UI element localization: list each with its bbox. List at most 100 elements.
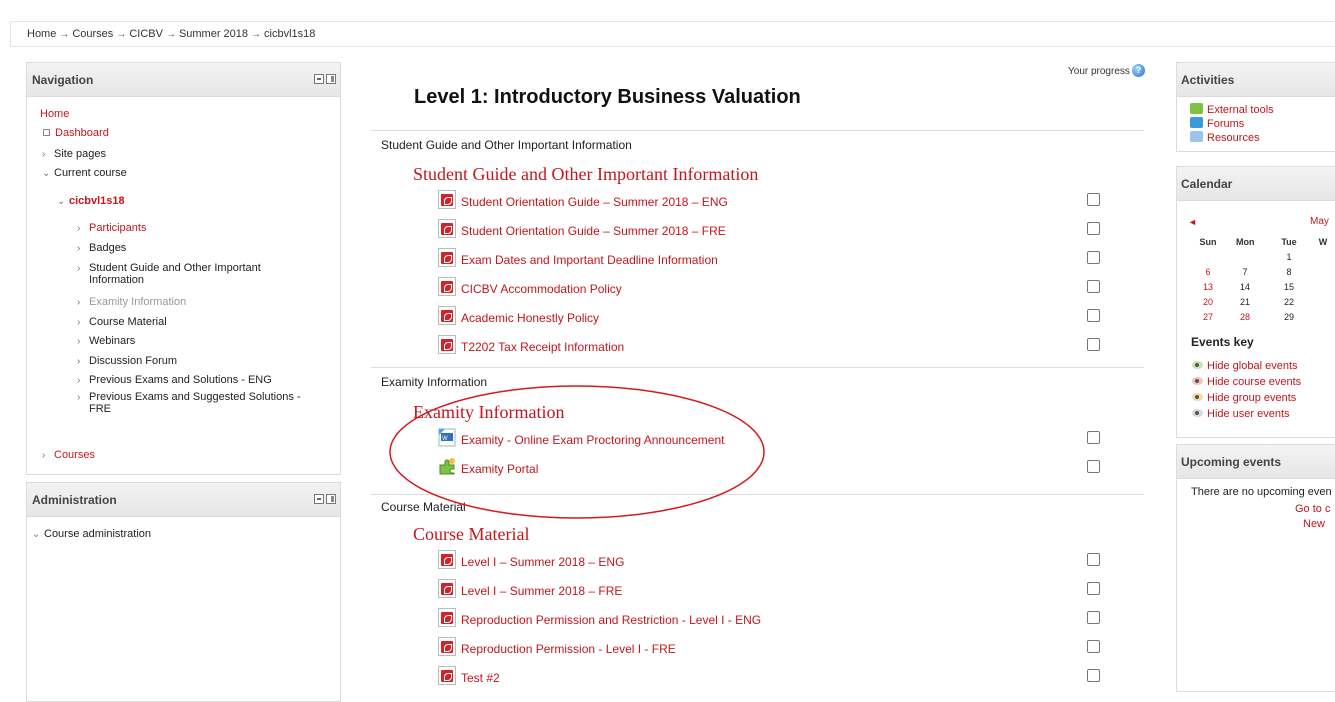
completion-checkbox[interactable] [1087, 222, 1100, 235]
nav-course-code[interactable]: ⌄ cicbvl1s18 [57, 195, 125, 208]
nav-course-item[interactable]: › Participants [77, 222, 146, 235]
nav-current-course[interactable]: ⌄ Current course [42, 167, 127, 180]
calendar-day[interactable]: 21 [1236, 297, 1254, 307]
nav-dashboard[interactable]: Dashboard [43, 127, 109, 139]
activity-link[interactable]: Exam Dates and Important Deadline Inform… [461, 253, 718, 267]
calendar-day[interactable]: 13 [1199, 282, 1217, 292]
activity-type-link[interactable]: Forums [1190, 117, 1244, 130]
activity-type-link[interactable]: Resources [1190, 131, 1260, 144]
calendar-day[interactable]: 8 [1280, 267, 1298, 277]
chevron-right-icon: › [77, 392, 81, 403]
collapse-icon[interactable] [314, 494, 324, 504]
calendar-day-header: W [1318, 237, 1328, 247]
completion-checkbox[interactable] [1087, 611, 1100, 624]
nav-course-administration[interactable]: ⌄ Course administration [32, 528, 151, 541]
activity-link[interactable]: Level I – Summer 2018 – FRE [461, 584, 622, 598]
breadcrumb-item[interactable]: Courses [72, 28, 113, 40]
activity-link[interactable]: T2202 Tax Receipt Information [461, 340, 624, 354]
nav-courses[interactable]: › Courses [42, 449, 95, 462]
activity-type-label: External tools [1207, 104, 1274, 116]
section-divider [371, 494, 1144, 495]
nav-course-item-cont[interactable]: Information [89, 274, 144, 286]
completion-checkbox[interactable] [1087, 309, 1100, 322]
breadcrumb-separator: → [59, 29, 70, 40]
completion-checkbox[interactable] [1087, 280, 1100, 293]
nav-course-item[interactable]: › Course Material [77, 316, 167, 329]
completion-checkbox[interactable] [1087, 251, 1100, 264]
document-icon: W [438, 428, 456, 447]
activity-link[interactable]: Examity - Online Exam Proctoring Announc… [461, 433, 724, 447]
calendar-day[interactable]: 22 [1280, 297, 1298, 307]
calendar-day[interactable]: 14 [1236, 282, 1254, 292]
completion-checkbox[interactable] [1087, 553, 1100, 566]
calendar-day[interactable]: 1 [1280, 252, 1298, 262]
help-icon[interactable]: ? [1132, 64, 1145, 77]
nav-course-item[interactable]: › Examity Information [77, 296, 186, 309]
event-filter-link[interactable]: Hide user events [1192, 408, 1290, 420]
activity-link[interactable]: Level I – Summer 2018 – ENG [461, 555, 624, 569]
activity-link[interactable]: Examity Portal [461, 462, 538, 476]
activity-link[interactable]: Test #2 [461, 671, 500, 685]
goto-calendar-link[interactable]: Go to c [1295, 503, 1330, 515]
chevron-down-icon: ⌄ [57, 196, 66, 207]
activity-link[interactable]: Reproduction Permission - Level I - FRE [461, 642, 676, 656]
nav-course-item[interactable]: › Webinars [77, 335, 135, 348]
chevron-right-icon: › [42, 450, 46, 461]
nav-course-item[interactable]: › Badges [77, 242, 126, 255]
completion-checkbox[interactable] [1087, 431, 1100, 444]
nav-course-item-cont-label: FRE [89, 403, 111, 415]
calendar-day[interactable]: 27 [1199, 312, 1217, 322]
breadcrumb-separator: → [165, 29, 176, 40]
breadcrumb-item[interactable]: Home [27, 28, 56, 40]
activity-link[interactable]: Student Orientation Guide – Summer 2018 … [461, 195, 728, 209]
activity-type-link[interactable]: External tools [1190, 103, 1274, 116]
activity-type-icon [1190, 131, 1203, 142]
upcoming-events-title: Upcoming events [1177, 445, 1335, 479]
prev-month-icon[interactable]: ◄ [1188, 217, 1197, 227]
activity-link[interactable]: CICBV Accommodation Policy [461, 282, 622, 296]
collapse-icon[interactable] [314, 74, 324, 84]
new-event-link[interactable]: New [1303, 518, 1325, 530]
activity-type-icon [1190, 117, 1203, 128]
completion-checkbox[interactable] [1087, 640, 1100, 653]
chevron-right-icon: › [77, 356, 81, 367]
breadcrumb-item[interactable]: cicbvl1s18 [264, 28, 315, 40]
eye-icon [1192, 393, 1203, 401]
breadcrumb-item[interactable]: Summer 2018 [179, 28, 248, 40]
event-filter-link[interactable]: Hide course events [1192, 376, 1301, 388]
calendar-month-link[interactable]: May [1310, 216, 1329, 227]
activity-link[interactable]: Student Orientation Guide – Summer 2018 … [461, 224, 726, 238]
completion-checkbox[interactable] [1087, 338, 1100, 351]
calendar-day[interactable]: 7 [1236, 267, 1254, 277]
block-controls [312, 494, 336, 506]
nav-site-pages[interactable]: › Site pages [42, 148, 106, 161]
calendar-day[interactable]: 28 [1236, 312, 1254, 322]
calendar-day[interactable]: 29 [1280, 312, 1298, 322]
pdf-icon [438, 335, 456, 354]
dock-icon[interactable] [326, 74, 336, 84]
administration-block: Administration ⌄ Course administration [26, 482, 341, 702]
nav-course-item[interactable]: › Discussion Forum [77, 355, 177, 368]
chevron-right-icon: › [77, 297, 81, 308]
calendar-day[interactable]: 20 [1199, 297, 1217, 307]
calendar-day[interactable]: 6 [1199, 267, 1217, 277]
nav-home[interactable]: Home [40, 108, 69, 120]
completion-checkbox[interactable] [1087, 460, 1100, 473]
pdf-icon [438, 190, 456, 209]
calendar-day[interactable]: 15 [1280, 282, 1298, 292]
activity-link[interactable]: Reproduction Permission and Restriction … [461, 613, 761, 627]
completion-checkbox[interactable] [1087, 193, 1100, 206]
nav-course-item[interactable]: › Previous Exams and Solutions - ENG [77, 374, 272, 387]
event-filter-link[interactable]: Hide group events [1192, 392, 1296, 404]
calendar-day-header: Mon [1236, 237, 1255, 247]
dock-icon[interactable] [326, 494, 336, 504]
nav-course-item-label: Previous Exams and Suggested Solutions - [89, 391, 301, 403]
activity-link[interactable]: Academic Honestly Policy [461, 311, 599, 325]
completion-checkbox[interactable] [1087, 669, 1100, 682]
completion-checkbox[interactable] [1087, 582, 1100, 595]
nav-course-item-cont[interactable]: FRE [89, 403, 111, 415]
nav-course-item-label: Participants [89, 222, 147, 234]
left-column: Navigation Home Dashboard › Site pages ⌄ Curr… [26, 62, 341, 702]
event-filter-link[interactable]: Hide global events [1192, 360, 1298, 372]
breadcrumb-item[interactable]: CICBV [129, 28, 163, 40]
